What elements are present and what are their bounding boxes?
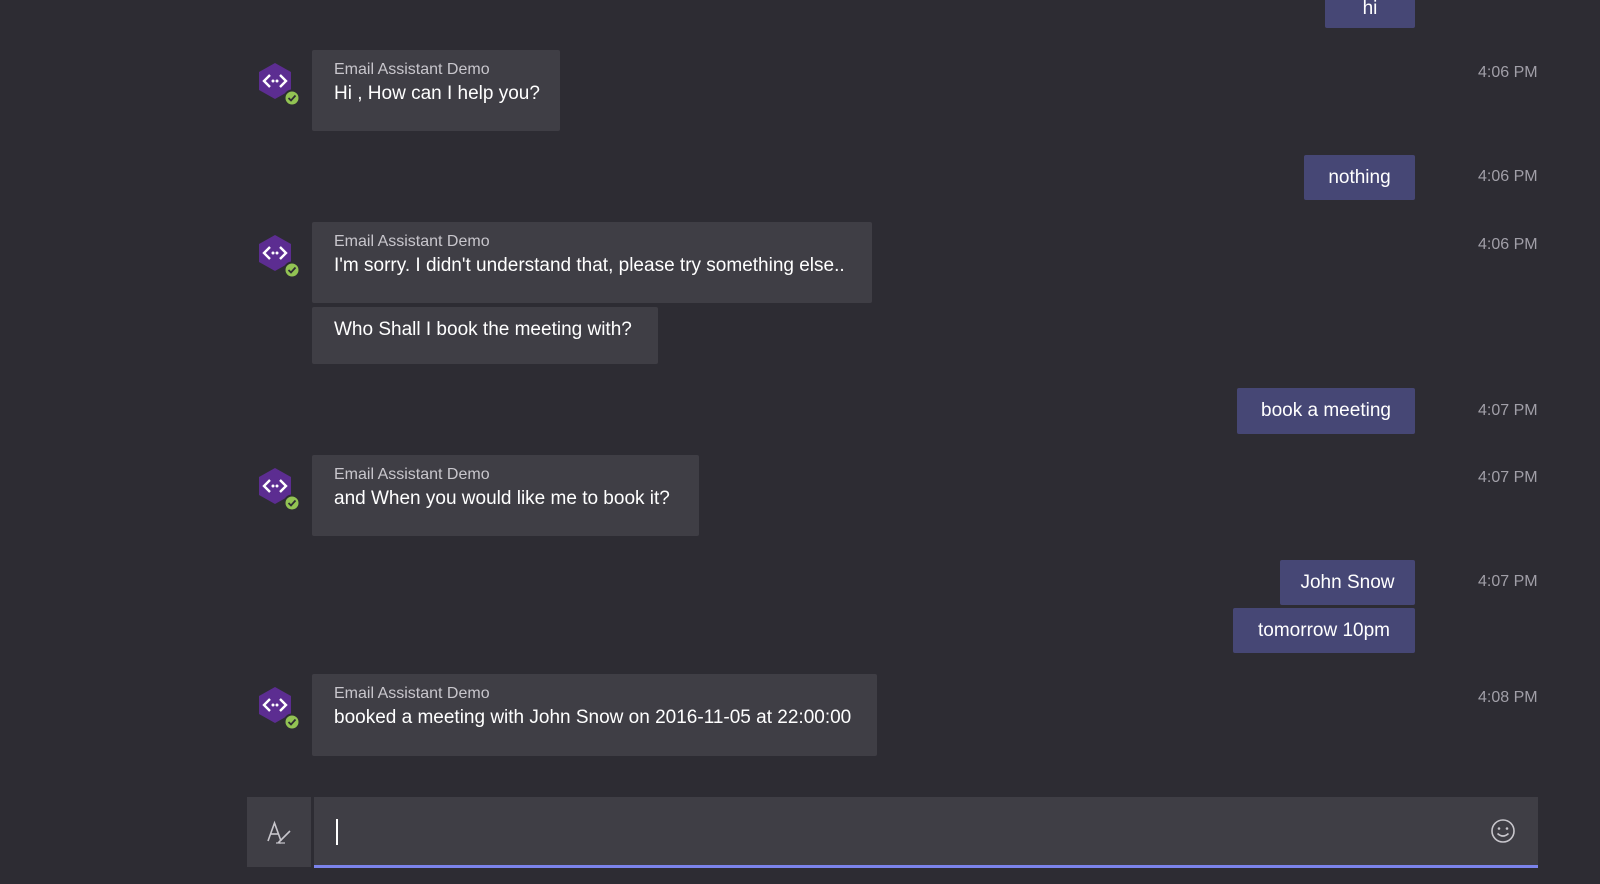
emoji-icon[interactable]	[1490, 818, 1516, 844]
message-in: Who Shall I book the meeting with?	[312, 307, 658, 364]
message-out-hi: hi	[1325, 0, 1415, 28]
timestamp: 4:07 PM	[1478, 402, 1538, 419]
text-caret	[336, 819, 338, 845]
message-text: I'm sorry. I didn't understand that, ple…	[334, 255, 845, 276]
compose-box[interactable]	[314, 797, 1538, 868]
message-composer	[247, 797, 1538, 869]
bot-avatar-icon	[259, 63, 300, 106]
message-text: and When you would like me to book it?	[334, 488, 670, 509]
message-text: Hi , How can I help you?	[334, 83, 540, 104]
message-out: John Snow	[1280, 560, 1415, 605]
format-text-icon	[267, 820, 291, 844]
sender-name: Email Assistant Demo	[334, 685, 490, 702]
sender-name: Email Assistant Demo	[334, 61, 490, 78]
timestamp: 4:06 PM	[1478, 64, 1538, 81]
sender-name: Email Assistant Demo	[334, 233, 490, 250]
message-input[interactable]	[334, 813, 1478, 851]
bot-avatar-icon	[259, 687, 300, 730]
message-in: Email Assistant Demo I'm sorry. I didn't…	[312, 222, 872, 303]
message-text: book a meeting	[1261, 400, 1391, 421]
timestamp: 4:06 PM	[1478, 236, 1538, 253]
timestamp: 4:08 PM	[1478, 689, 1538, 706]
timestamp: 4:07 PM	[1478, 469, 1538, 486]
message-in: Email Assistant Demo and When you would …	[312, 455, 699, 536]
chat-thread: hi Email Assistant Demo Hi , How can I h…	[0, 0, 1600, 884]
message-text: John Snow	[1300, 572, 1395, 593]
bot-avatar-icon	[259, 468, 300, 511]
message-out: book a meeting	[1237, 388, 1415, 434]
message-text: nothing	[1328, 167, 1391, 188]
message-out: tomorrow 10pm	[1233, 608, 1415, 653]
message-in: Email Assistant Demo Hi , How can I help…	[312, 50, 560, 131]
timestamp: 4:06 PM	[1478, 168, 1538, 185]
format-button[interactable]	[247, 797, 311, 867]
message-text: Who Shall I book the meeting with?	[334, 319, 632, 340]
message-out: nothing	[1304, 155, 1415, 200]
sender-name: Email Assistant Demo	[334, 466, 490, 483]
message-text: hi	[1362, 0, 1378, 19]
message-text: booked a meeting with John Snow on 2016-…	[334, 707, 852, 728]
message-text: tomorrow 10pm	[1258, 620, 1390, 641]
message-in: Email Assistant Demo booked a meeting wi…	[312, 674, 877, 756]
bot-avatar-icon	[259, 235, 300, 278]
timestamp: 4:07 PM	[1478, 573, 1538, 590]
